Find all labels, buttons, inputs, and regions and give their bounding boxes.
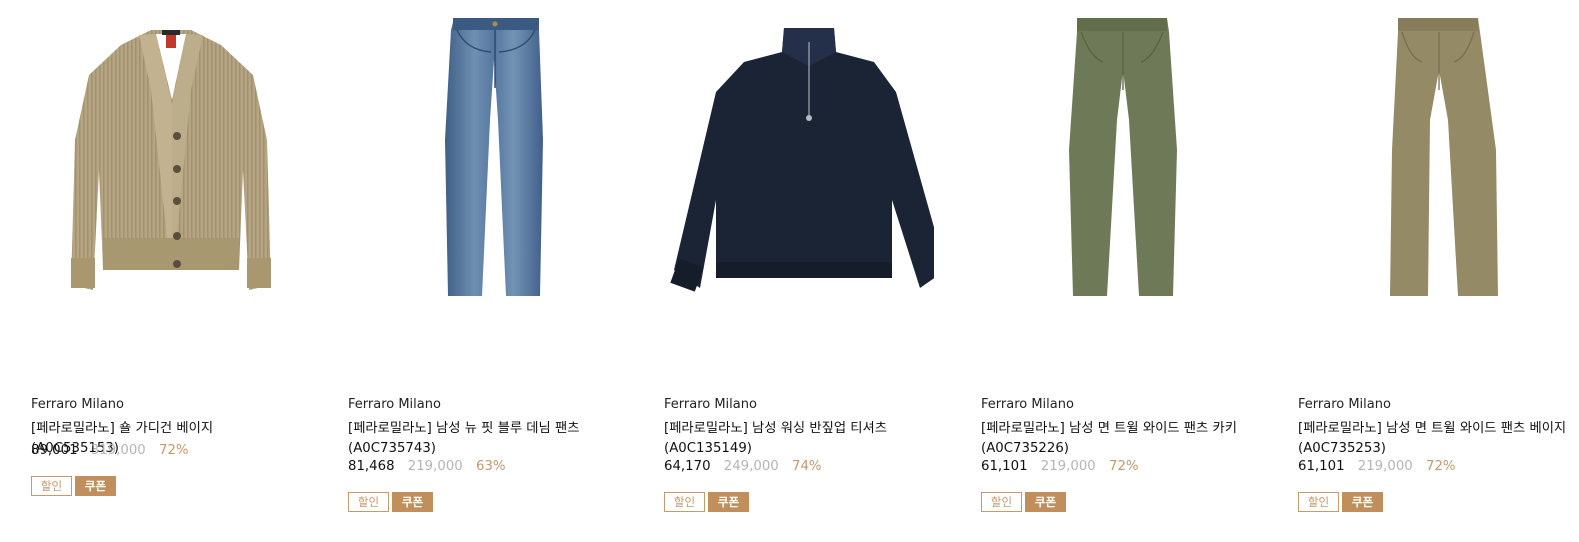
original-price: 319,000: [90, 443, 146, 458]
original-price: 249,000: [723, 459, 779, 474]
cardigan-image: [71, 30, 271, 290]
coupon-badge: 쿠폰: [75, 476, 116, 496]
product-name[interactable]: [페라로밀라노] 남성 면 트윌 와이드 팬츠 베이지 (A0C735253): [1298, 419, 1568, 459]
brand-name: Ferraro Milano: [664, 397, 757, 412]
product-card[interactable]: Ferraro Milano [페라로밀라노] 남성 면 트윌 와이드 팬츠 베…: [1298, 0, 1568, 542]
jeans-image: [445, 18, 543, 296]
product-image[interactable]: [31, 0, 301, 330]
sale-badge: 할인: [664, 492, 705, 512]
product-name[interactable]: [페라로밀라노] 남성 뉴 핏 블루 데님 팬츠 (A0C735743): [348, 419, 618, 459]
khaki-pants-image: [1069, 18, 1177, 296]
product-card[interactable]: Ferraro Milano [페라로밀라노] 남성 뉴 핏 블루 데님 팬츠 …: [348, 0, 618, 542]
coupon-badge: 쿠폰: [708, 492, 749, 512]
discount-rate: 63%: [476, 459, 506, 474]
product-card[interactable]: Ferraro Milano [페라로밀라노] 남성 워싱 반짚업 티셔츠 (A…: [664, 0, 934, 542]
discount-rate: 72%: [159, 443, 189, 458]
sale-badge: 할인: [31, 476, 72, 496]
sale-badge: 할인: [1298, 492, 1339, 512]
original-price: 219,000: [407, 459, 463, 474]
product-name[interactable]: [페라로밀라노] 남성 면 트윌 와이드 팬츠 카키 (A0C735226): [981, 419, 1251, 459]
product-image[interactable]: [664, 0, 934, 330]
price-row: 81,468 219,000 63%: [348, 459, 506, 474]
badge-group: 할인 쿠폰: [981, 492, 1066, 512]
sale-badge: 할인: [348, 492, 389, 512]
product-image[interactable]: [1298, 0, 1568, 330]
product-name[interactable]: [페라로밀라노] 남성 워싱 반짚업 티셔츠 (A0C135149): [664, 419, 934, 459]
product-card[interactable]: Ferraro Milano [페라로밀라노] 남성 면 트윌 와이드 팬츠 카…: [981, 0, 1251, 542]
badge-group: 할인 쿠폰: [348, 492, 433, 512]
product-image[interactable]: [981, 0, 1251, 330]
sale-price: 61,101: [981, 459, 1028, 474]
discount-rate: 74%: [792, 459, 822, 474]
discount-rate: 72%: [1426, 459, 1456, 474]
price-row: 61,101 219,000 72%: [1298, 459, 1456, 474]
sale-price: 89,001: [31, 443, 78, 458]
discount-rate: 72%: [1109, 459, 1139, 474]
sale-badge: 할인: [981, 492, 1022, 512]
beige-pants-image: [1390, 18, 1498, 296]
original-price: 219,000: [1040, 459, 1096, 474]
product-image[interactable]: [348, 0, 618, 330]
badge-group: 할인 쿠폰: [664, 492, 749, 512]
price-row: 61,101 219,000 72%: [981, 459, 1139, 474]
sale-price: 61,101: [1298, 459, 1345, 474]
brand-name: Ferraro Milano: [1298, 397, 1391, 412]
sale-price: 64,170: [664, 459, 711, 474]
original-price: 219,000: [1357, 459, 1413, 474]
badge-group: 할인 쿠폰: [1298, 492, 1383, 512]
coupon-badge: 쿠폰: [392, 492, 433, 512]
halfzip-sweatshirt-image: [670, 28, 934, 292]
brand-name: Ferraro Milano: [348, 397, 441, 412]
coupon-badge: 쿠폰: [1342, 492, 1383, 512]
product-card[interactable]: Ferraro Milano [페라로밀라노] 숄 가디건 베이지 (A0C53…: [31, 0, 301, 542]
product-grid: Ferraro Milano [페라로밀라노] 숄 가디건 베이지 (A0C53…: [0, 0, 1579, 542]
coupon-badge: 쿠폰: [1025, 492, 1066, 512]
brand-name: Ferraro Milano: [31, 397, 124, 412]
price-row: 89,001 319,000 72%: [31, 443, 189, 458]
sale-price: 81,468: [348, 459, 395, 474]
badge-group: 할인 쿠폰: [31, 476, 116, 496]
brand-name: Ferraro Milano: [981, 397, 1074, 412]
price-row: 64,170 249,000 74%: [664, 459, 822, 474]
